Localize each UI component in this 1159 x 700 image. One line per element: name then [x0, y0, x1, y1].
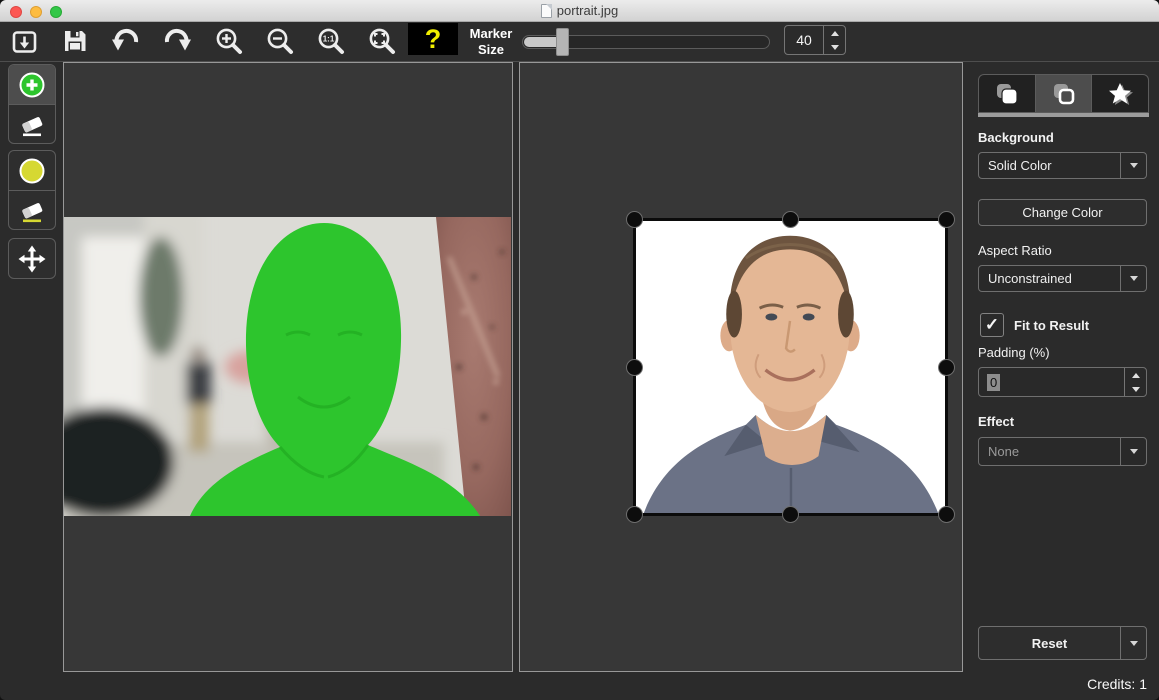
eraser-white-icon — [17, 109, 47, 139]
yellow-eraser-tool[interactable] — [9, 190, 55, 229]
foreground-marker-tool[interactable] — [9, 65, 55, 104]
tab-layers[interactable] — [979, 75, 1035, 112]
selection-handle-bottom-left[interactable] — [626, 506, 643, 523]
padding-value: 0 — [987, 374, 1000, 391]
up-arrow-icon — [1132, 373, 1140, 378]
background-type-value: Solid Color — [979, 158, 1120, 173]
selection-handle-top-left[interactable] — [626, 211, 643, 228]
selection-handle-middle-left[interactable] — [626, 359, 643, 376]
zoom-in-icon — [214, 26, 244, 56]
save-image-button[interactable] — [60, 26, 90, 56]
fit-to-result-checkbox[interactable]: ✓ — [980, 313, 1004, 337]
open-icon — [10, 26, 40, 56]
effect-value: None — [979, 444, 1120, 459]
result-image — [636, 221, 945, 513]
chevron-down-icon — [1130, 276, 1138, 281]
tab-background[interactable] — [1035, 75, 1092, 112]
zoom-fit-button[interactable] — [367, 26, 397, 56]
fit-to-result-label: Fit to Result — [1014, 318, 1159, 333]
down-arrow-icon — [831, 45, 839, 50]
marker-size-value[interactable]: 40 — [785, 26, 823, 54]
zoom-out-button[interactable] — [265, 26, 295, 56]
spinner-up-button[interactable] — [824, 26, 845, 40]
marker-size-slider[interactable] — [522, 35, 770, 49]
up-arrow-icon — [831, 31, 839, 36]
foreground-eraser-tool[interactable] — [9, 104, 55, 143]
marker-size-spinner: 40 — [784, 25, 846, 55]
yellow-circle-marker-icon — [17, 156, 47, 186]
effect-dropdown[interactable]: None — [978, 437, 1147, 466]
dropdown-arrow — [1120, 438, 1146, 465]
svg-text:1:1: 1:1 — [323, 35, 335, 44]
selection-handle-bottom-center[interactable] — [782, 506, 799, 523]
tab-underline — [978, 113, 1149, 117]
original-image[interactable] — [64, 217, 511, 516]
window-title: portrait.jpg — [557, 3, 618, 18]
background-label: Background — [978, 130, 1147, 145]
zoom-actual-size-icon: 1:1 — [316, 26, 346, 56]
reset-dropdown-arrow[interactable] — [1120, 627, 1146, 659]
redo-button[interactable] — [162, 26, 192, 56]
minimize-button[interactable] — [30, 6, 42, 18]
padding-input[interactable]: 0 — [979, 368, 1124, 396]
zoom-fit-icon — [367, 26, 397, 56]
padding-down-button[interactable] — [1125, 382, 1146, 396]
close-button[interactable] — [10, 6, 22, 18]
move-tool[interactable] — [9, 239, 55, 278]
yellow-tool-group — [8, 150, 56, 230]
reset-button[interactable]: Reset — [978, 626, 1147, 660]
marker-size-label: Marker Size — [460, 26, 522, 59]
layers-outline-icon — [1051, 81, 1077, 107]
slider-handle[interactable] — [556, 28, 569, 56]
undo-icon — [111, 26, 141, 56]
yellow-marker-tool[interactable] — [9, 151, 55, 190]
aspect-ratio-dropdown[interactable]: Unconstrained — [978, 265, 1147, 292]
change-color-button[interactable]: Change Color — [978, 199, 1147, 226]
selection-handle-bottom-right[interactable] — [938, 506, 955, 523]
undo-button[interactable] — [111, 26, 141, 56]
document-proxy-icon — [541, 4, 552, 18]
padding-up-button[interactable] — [1125, 368, 1146, 382]
background-type-dropdown[interactable]: Solid Color — [978, 152, 1147, 179]
selection-handle-top-center[interactable] — [782, 211, 799, 228]
reset-label: Reset — [979, 627, 1120, 659]
layers-filled-icon — [994, 81, 1020, 107]
result-selection[interactable] — [633, 218, 948, 516]
help-button[interactable]: ? — [408, 23, 458, 55]
selection-handle-middle-right[interactable] — [938, 359, 955, 376]
zoom-in-button[interactable] — [214, 26, 244, 56]
sidebar-tabbar — [978, 74, 1149, 113]
dropdown-arrow — [1120, 266, 1146, 291]
selection-handle-top-right[interactable] — [938, 211, 955, 228]
move-arrows-icon — [17, 244, 47, 274]
spinner-down-button[interactable] — [824, 40, 845, 54]
move-tool-group — [8, 238, 56, 279]
aspect-ratio-label: Aspect Ratio — [978, 243, 1147, 258]
tab-effects[interactable] — [1091, 75, 1148, 112]
aspect-ratio-value: Unconstrained — [979, 271, 1120, 286]
star-icon — [1107, 81, 1133, 107]
down-arrow-icon — [1132, 387, 1140, 392]
checkmark-icon: ✓ — [985, 315, 999, 335]
green-plus-marker-icon — [17, 70, 47, 100]
padding-label: Padding (%) — [978, 345, 1147, 360]
save-icon — [60, 26, 90, 56]
zoom-actual-size-button[interactable]: 1:1 — [316, 26, 346, 56]
zoom-window-button[interactable] — [50, 6, 62, 18]
open-image-button[interactable] — [10, 26, 40, 56]
chevron-down-icon — [1130, 449, 1138, 454]
eraser-yellow-icon — [17, 195, 47, 225]
padding-spinner: 0 — [978, 367, 1147, 397]
app-window: portrait.jpg — [0, 0, 1159, 700]
redo-icon — [162, 26, 192, 56]
credits-status: Credits: 1 — [1087, 676, 1147, 692]
dropdown-arrow — [1120, 153, 1146, 178]
effect-label: Effect — [978, 414, 1147, 429]
chevron-down-icon — [1130, 641, 1138, 646]
chevron-down-icon — [1130, 163, 1138, 168]
marker-tool-group — [8, 64, 56, 144]
help-label: ? — [425, 24, 442, 55]
titlebar: portrait.jpg — [0, 0, 1159, 22]
zoom-out-icon — [265, 26, 295, 56]
